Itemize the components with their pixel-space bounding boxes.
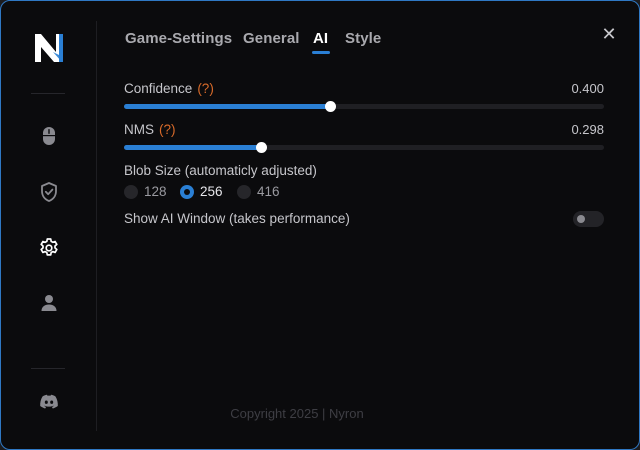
discord-icon bbox=[40, 394, 58, 409]
radio-label: 128 bbox=[144, 184, 167, 199]
nms-help-button[interactable]: (?) bbox=[159, 122, 176, 137]
discord-button[interactable] bbox=[37, 390, 61, 414]
close-icon: ✕ bbox=[601, 24, 617, 44]
nms-slider-thumb[interactable] bbox=[255, 142, 267, 153]
nms-label: NMS bbox=[124, 122, 154, 137]
shield-icon bbox=[41, 182, 57, 202]
tab-ai[interactable]: AI bbox=[313, 30, 328, 47]
radio-label: 416 bbox=[257, 184, 280, 199]
tab-style[interactable]: Style bbox=[345, 30, 381, 47]
radio-label: 256 bbox=[200, 184, 223, 199]
nms-value: 0.298 bbox=[571, 122, 604, 137]
radio-dot bbox=[180, 185, 194, 199]
sidebar bbox=[1, 1, 97, 449]
app-window: Game-Settings General AI Style ✕ Confide… bbox=[0, 0, 640, 450]
sidebar-item-profile[interactable] bbox=[37, 291, 61, 315]
radio-dot bbox=[237, 185, 251, 199]
confidence-label: Confidence bbox=[124, 81, 193, 96]
confidence-value: 0.400 bbox=[571, 81, 604, 96]
show-ai-window-label: Show AI Window (takes performance) bbox=[124, 211, 350, 226]
sidebar-item-shield[interactable] bbox=[37, 180, 61, 204]
tab-general[interactable]: General bbox=[243, 30, 300, 47]
sidebar-divider-bottom bbox=[31, 368, 65, 369]
sidebar-item-mouse[interactable] bbox=[37, 124, 61, 148]
nms-label-row: NMS (?) bbox=[124, 122, 176, 137]
copyright-footer: Copyright 2025 | Nyron bbox=[230, 406, 364, 421]
active-tab-indicator bbox=[312, 51, 330, 54]
radio-dot bbox=[124, 185, 138, 199]
blob-size-label: Blob Size (automaticly adjusted) bbox=[124, 163, 317, 178]
confidence-slider-fill bbox=[124, 104, 331, 109]
mouse-icon bbox=[43, 127, 55, 145]
nms-slider-fill bbox=[124, 145, 261, 150]
user-icon bbox=[41, 295, 57, 311]
confidence-slider-thumb[interactable] bbox=[325, 101, 337, 112]
toggle-knob bbox=[577, 215, 585, 223]
confidence-label-row: Confidence (?) bbox=[124, 81, 214, 96]
sidebar-item-settings[interactable] bbox=[37, 236, 61, 260]
tab-game-settings[interactable]: Game-Settings bbox=[125, 30, 232, 47]
sidebar-separator bbox=[96, 21, 97, 431]
sidebar-divider-top bbox=[31, 93, 65, 94]
confidence-help-button[interactable]: (?) bbox=[197, 81, 214, 96]
gear-icon bbox=[40, 238, 58, 256]
nyron-logo[interactable] bbox=[32, 31, 66, 65]
confidence-slider[interactable] bbox=[124, 101, 604, 112]
nms-slider[interactable] bbox=[124, 142, 604, 153]
close-button[interactable]: ✕ bbox=[600, 25, 618, 43]
show-ai-window-toggle[interactable] bbox=[573, 211, 604, 227]
